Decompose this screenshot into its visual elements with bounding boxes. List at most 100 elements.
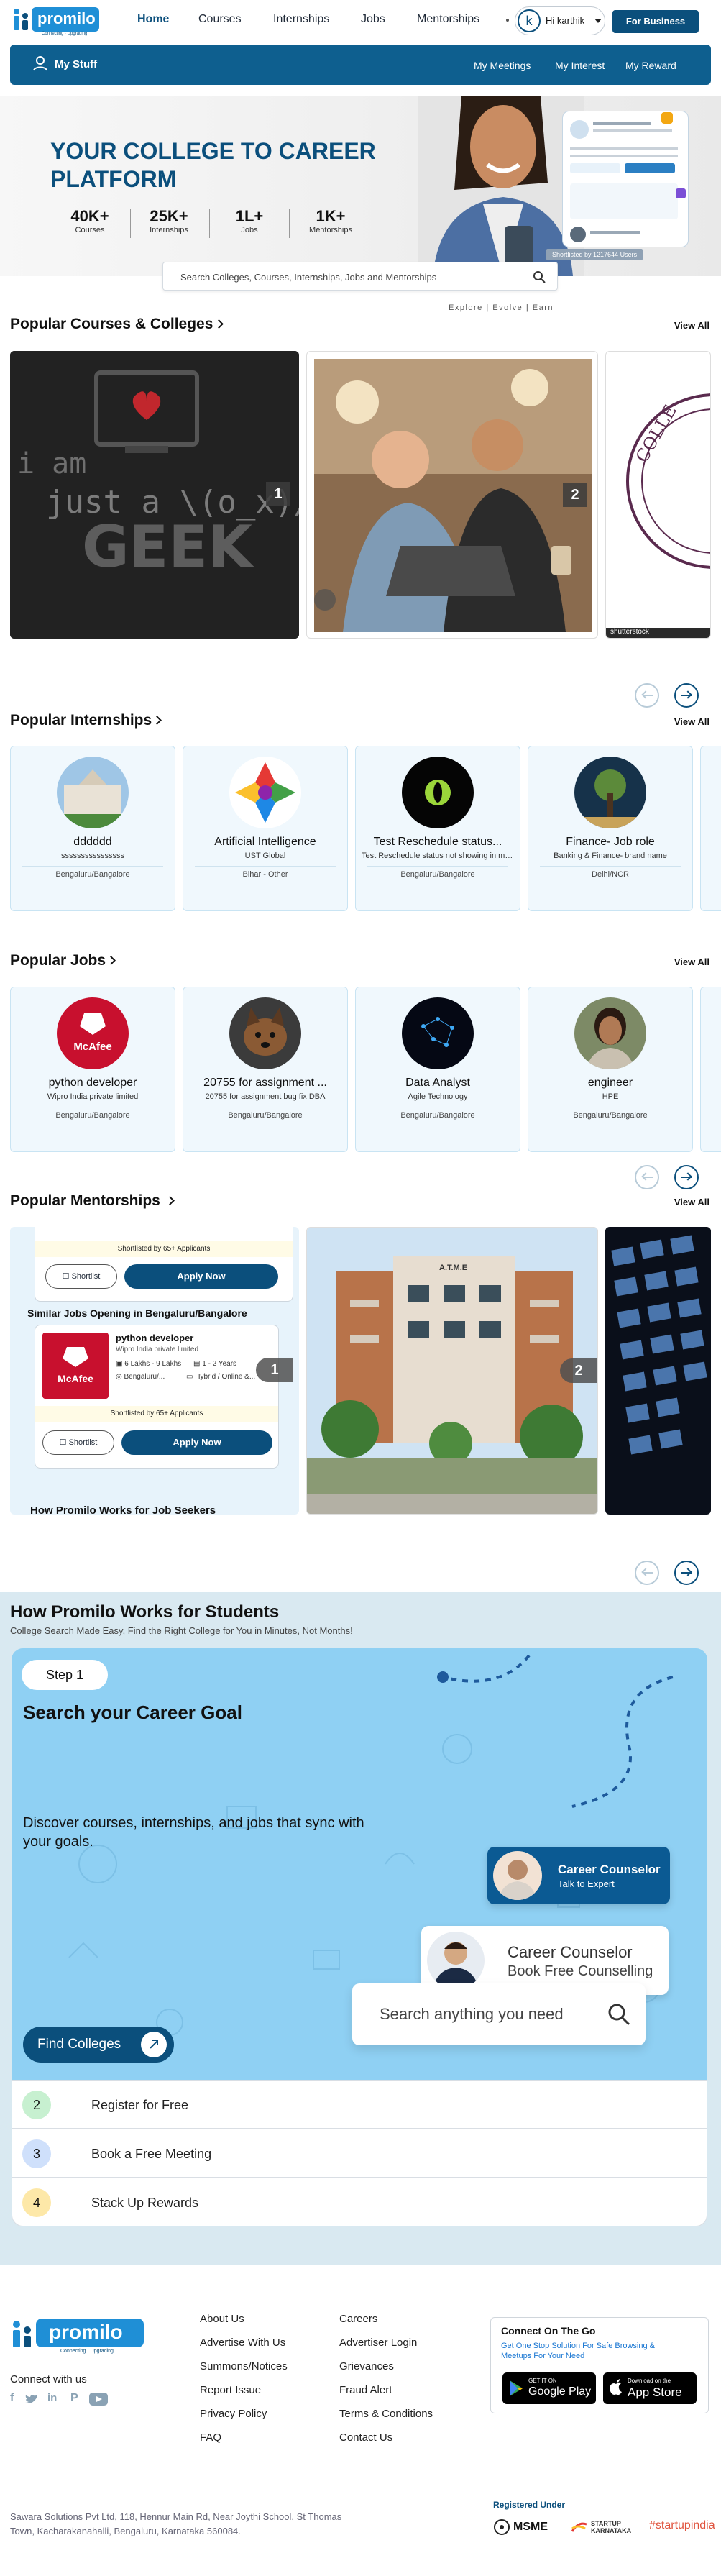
shortlist-button[interactable]: ☐ Shortlist (45, 1264, 117, 1289)
nav-courses[interactable]: Courses (198, 13, 242, 26)
chevron-down-icon (594, 19, 602, 23)
courses-view-all[interactable]: View All (674, 320, 709, 331)
footer-link-report[interactable]: Report Issue (200, 2384, 261, 2396)
job-card-peek[interactable] (700, 987, 721, 1152)
step-row[interactable]: 2 Register for Free (12, 2080, 707, 2129)
internship-card[interactable]: dddddd ssssssssssssssss Bengaluru/Bangal… (10, 746, 175, 911)
similar-job-card[interactable]: McAfee python developer Wipro India priv… (35, 1325, 279, 1469)
msme-logo: MSME (493, 2517, 562, 2537)
footer-link-summons[interactable]: Summons/Notices (200, 2360, 288, 2372)
similar-job-title: python developer (116, 1333, 194, 1343)
linkedin-icon[interactable]: in (47, 2392, 57, 2404)
apply-now-button[interactable]: Apply Now (121, 1430, 272, 1455)
job-company: Agile Technology (408, 1092, 468, 1101)
internship-logo-image (574, 757, 646, 828)
course-slide[interactable]: 2 (306, 351, 598, 639)
job-card[interactable]: 20755 for assignment ... 20755 for assig… (183, 987, 348, 1152)
subnav-my-interest[interactable]: My Interest (555, 60, 605, 71)
shortlist-button[interactable]: ☐ Shortlist (42, 1430, 114, 1455)
search-icon[interactable] (533, 270, 546, 283)
jobs-view-all[interactable]: View All (674, 956, 709, 967)
step-number: 3 (22, 2139, 51, 2168)
job-card[interactable]: Data Analyst Agile Technology Bengaluru/… (355, 987, 520, 1152)
internship-company: ssssssssssssssss (61, 851, 124, 860)
screens-wall-image (611, 1235, 707, 1455)
carousel-prev-button[interactable] (635, 1561, 659, 1585)
counselor-subtitle: Talk to Expert (558, 1878, 615, 1889)
footer-link-grievances[interactable]: Grievances (339, 2360, 394, 2372)
internships-view-all[interactable]: View All (674, 716, 709, 727)
subnav-my-reward[interactable]: My Reward (625, 60, 676, 71)
footer-logo[interactable]: promilo Connecting · Upgrading (10, 2316, 147, 2356)
carousel-next-button[interactable] (674, 1165, 699, 1189)
carousel-prev-button[interactable] (635, 683, 659, 708)
app-store-button[interactable]: Download on the App Store (603, 2372, 697, 2404)
google-play-button[interactable]: GET IT ON Google Play (502, 2372, 596, 2404)
course-slide[interactable]: i am just a \(o_x)/ GEEK 1 (10, 351, 299, 639)
counselor-card-1[interactable]: Career Counselor Talk to Expert (487, 1847, 670, 1904)
internship-card[interactable]: Artificial Intelligence UST Global Bihar… (183, 746, 348, 911)
twitter-icon[interactable] (24, 2393, 39, 2405)
slide-number: 2 (560, 1358, 597, 1383)
footer-link-about[interactable]: About Us (200, 2313, 244, 2325)
mentorships-view-all[interactable]: View All (674, 1197, 709, 1207)
hero-stat: 1K+ Mentorships (309, 207, 352, 234)
user-menu[interactable]: k Hi karthik (515, 6, 605, 35)
courses-title[interactable]: Popular Courses & Colleges (10, 316, 213, 333)
internship-location: Bengaluru/Bangalore (55, 870, 130, 879)
nav-jobs[interactable]: Jobs (361, 13, 385, 26)
internship-location: Bengaluru/Bangalore (400, 870, 475, 879)
hero-stat: 25K+ Internships (150, 207, 188, 234)
apply-now-button[interactable]: Apply Now (124, 1264, 278, 1289)
step1-search[interactable]: Search anything you need (352, 1983, 646, 2045)
footer-link-advertiser-login[interactable]: Advertiser Login (339, 2337, 417, 2349)
bookmark-icon: ☐ (59, 1438, 67, 1447)
footer-link-faq[interactable]: FAQ (200, 2431, 221, 2444)
hero-search[interactable]: Search Colleges, Courses, Internships, J… (162, 262, 558, 291)
internship-card-peek[interactable] (700, 746, 721, 911)
footer-link-contact[interactable]: Contact Us (339, 2431, 392, 2444)
subnav: My Stuff My Meetings My Interest My Rewa… (10, 45, 711, 85)
nav-internships[interactable]: Internships (273, 13, 329, 26)
footer-link-terms[interactable]: Terms & Conditions (339, 2408, 433, 2420)
internship-card[interactable]: Test Reschedule status... Test Reschedul… (355, 746, 520, 911)
job-card[interactable]: engineer HPE Bengaluru/Bangalore (528, 987, 693, 1152)
footer-link-fraud[interactable]: Fraud Alert (339, 2384, 392, 2396)
carousel-next-button[interactable] (674, 1561, 699, 1585)
how-title: How Promilo Works for Students (10, 1602, 280, 1622)
pinterest-icon[interactable]: P (70, 2392, 78, 2405)
facebook-icon[interactable]: f (10, 2392, 14, 2405)
jobs-title[interactable]: Popular Jobs (10, 952, 106, 969)
carousel-prev-button[interactable] (635, 1165, 659, 1189)
footer-link-careers[interactable]: Careers (339, 2313, 377, 2325)
counselor-title: Career Counselor (558, 1863, 661, 1876)
nav-mentorships[interactable]: Mentorships (417, 13, 479, 26)
step-row[interactable]: 3 Book a Free Meeting (12, 2129, 707, 2178)
briefcase-icon: ▤ (193, 1360, 201, 1368)
subnav-my-meetings[interactable]: My Meetings (474, 60, 531, 71)
course-slide-peek[interactable]: COLLE shutterstock (605, 351, 711, 639)
startup-karnataka-icon (571, 2522, 587, 2532)
refresh-icon[interactable] (314, 589, 336, 611)
internship-card[interactable]: Finance- Job role Banking & Finance- bra… (528, 746, 693, 911)
logo[interactable]: promilo Connecting · Upgrading (10, 4, 104, 37)
college-seal-image: COLLE (606, 393, 710, 638)
step-row[interactable]: 4 Stack Up Rewards (12, 2178, 707, 2226)
similar-job-mode: ▭ Hybrid / Online &... (186, 1373, 256, 1381)
mentorship-slide-peek[interactable] (605, 1227, 711, 1515)
footer-link-advertise[interactable]: Advertise With Us (200, 2337, 285, 2349)
internships-title[interactable]: Popular Internships (10, 712, 152, 729)
mentorship-slide[interactable]: A.T.M.E 2 (306, 1227, 598, 1515)
youtube-icon[interactable] (89, 2393, 108, 2406)
find-colleges-button[interactable]: Find Colleges (23, 2027, 174, 2063)
nav-home[interactable]: Home (137, 13, 169, 26)
job-card[interactable]: McAfee python developer Wipro India priv… (10, 987, 175, 1152)
for-business-button[interactable]: For Business (612, 10, 699, 33)
mentorships-title[interactable]: Popular Mentorships (10, 1192, 160, 1210)
dot-yellow (661, 112, 673, 124)
app-title: Connect On The Go (501, 2325, 596, 2337)
carousel-next-button[interactable] (674, 683, 699, 708)
footer-link-privacy[interactable]: Privacy Policy (200, 2408, 267, 2420)
subnav-title[interactable]: My Stuff (55, 58, 97, 70)
mentorship-slide[interactable]: Shortlisted by 65+ Applicants ☐ Shortlis… (10, 1227, 299, 1515)
